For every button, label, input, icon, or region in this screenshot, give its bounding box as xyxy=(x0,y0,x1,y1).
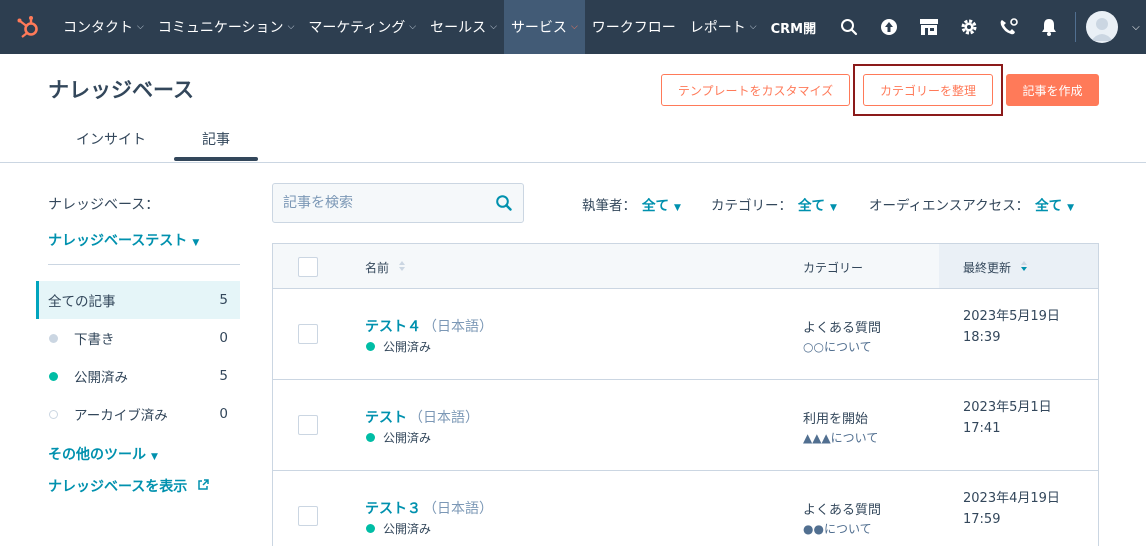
nav-marketing[interactable]: マーケティング ⌵ xyxy=(301,0,423,54)
settings-icon[interactable] xyxy=(949,0,989,54)
sidebar-divider xyxy=(48,264,240,265)
category-column-header: カテゴリー xyxy=(803,261,864,275)
chevron-down-icon: ⌵ xyxy=(137,22,144,32)
caret-down-icon: ▼ xyxy=(674,203,681,213)
article-category: よくある質問 xyxy=(803,503,882,518)
tab-divider xyxy=(0,162,1146,163)
chevron-down-icon: ⌵ xyxy=(490,22,497,32)
customize-template-button[interactable]: テンプレートをカスタマイズ xyxy=(661,74,850,106)
search-box xyxy=(272,183,524,223)
sidebar-item-all-articles[interactable]: 全ての記事 5 xyxy=(36,281,240,319)
updated-column-header[interactable]: 最終更新 xyxy=(963,259,1028,276)
article-updated: 2023年4月19日 17:59 xyxy=(963,491,1060,527)
nav-contacts[interactable]: コンタクト ⌵ xyxy=(56,0,151,54)
hubspot-logo-icon[interactable] xyxy=(0,0,56,54)
knowledge-base-label: ナレッジベース： xyxy=(48,197,160,213)
notifications-icon[interactable] xyxy=(1029,0,1069,54)
sidebar-item-drafts[interactable]: 下書き 0 xyxy=(36,319,240,357)
highlight-box xyxy=(853,64,1003,116)
page-title: ナレッジベース xyxy=(48,78,194,102)
chevron-down-icon[interactable]: ⌵ xyxy=(1132,22,1140,33)
marketplace-icon[interactable] xyxy=(909,0,949,54)
nav-workflows[interactable]: ワークフロー xyxy=(585,0,683,54)
status-badge: 公開済み xyxy=(366,520,431,537)
other-tools-dropdown[interactable]: その他のツール ▼ xyxy=(48,444,158,464)
published-dot-icon xyxy=(366,433,375,442)
article-category: 利用を開始 xyxy=(803,412,869,427)
caret-down-icon: ▼ xyxy=(151,452,158,462)
knowledge-base-selector[interactable]: ナレッジベーステスト ▼ xyxy=(48,230,199,250)
search-icon[interactable] xyxy=(829,0,869,54)
external-link-icon xyxy=(198,479,209,490)
tab-insights[interactable]: インサイト xyxy=(76,129,146,149)
article-title-link[interactable]: テスト （日本語） xyxy=(365,407,479,427)
sidebar-item-published[interactable]: 公開済み 5 xyxy=(36,357,240,395)
avatar[interactable] xyxy=(1086,11,1119,43)
caret-down-icon: ▼ xyxy=(830,203,837,213)
articles-table: 名前 カテゴリー 最終更新 テスト４ （日本語） 公開済み よくある質問 ○○につ… xyxy=(272,243,1099,546)
sort-icon xyxy=(398,261,405,271)
sort-descending-icon xyxy=(1020,261,1027,271)
caret-down-icon: ▼ xyxy=(192,238,200,248)
article-updated: 2023年5月19日 18:39 xyxy=(963,309,1060,345)
chevron-down-icon: ⌵ xyxy=(570,22,578,32)
article-updated: 2023年5月1日 17:41 xyxy=(963,400,1052,436)
nav-divider xyxy=(1075,12,1077,42)
archived-dot-icon xyxy=(49,409,58,419)
audience-access-filter[interactable]: オーディエンスアクセス： 全て ▼ xyxy=(869,194,1074,214)
category-filter[interactable]: カテゴリー： 全て ▼ xyxy=(711,194,837,214)
table-header: 名前 カテゴリー 最終更新 xyxy=(273,244,1098,289)
select-all-checkbox[interactable] xyxy=(298,257,318,277)
status-badge: 公開済み xyxy=(366,338,431,355)
tab-articles[interactable]: 記事 xyxy=(202,129,230,149)
top-navigation: コンタクト ⌵ コミュニケーション ⌵ マーケティング ⌵ セールス ⌵ サービス ⌵ ワ… xyxy=(0,0,1146,54)
chevron-down-icon: ⌵ xyxy=(409,22,417,32)
row-checkbox[interactable] xyxy=(298,415,318,435)
row-checkbox[interactable] xyxy=(298,506,318,526)
nav-reports[interactable]: レポート ⌵ xyxy=(683,0,764,54)
search-input[interactable] xyxy=(283,195,495,211)
upgrade-icon[interactable] xyxy=(869,0,909,54)
calling-icon[interactable] xyxy=(989,0,1029,54)
article-subcategory: ▲▲▲について xyxy=(803,431,879,445)
nav-conversations[interactable]: コミュニケーション ⌵ xyxy=(151,0,302,54)
sidebar-item-archived[interactable]: アーカイブ済み 0 xyxy=(36,395,240,433)
article-category: よくある質問 xyxy=(803,321,882,336)
article-subcategory: ●●について xyxy=(803,522,872,536)
nav-crm-dev[interactable]: CRM開 xyxy=(764,0,824,54)
nav-sales[interactable]: セールス ⌵ xyxy=(423,0,504,54)
chevron-down-icon: ⌵ xyxy=(749,22,757,32)
nav-service[interactable]: サービス ⌵ xyxy=(503,0,585,54)
status-badge: 公開済み xyxy=(366,429,431,446)
caret-down-icon: ▼ xyxy=(1067,203,1075,213)
row-checkbox[interactable] xyxy=(298,324,318,344)
search-icon[interactable] xyxy=(495,194,513,212)
table-row[interactable]: テスト （日本語） 公開済み 利用を開始 ▲▲▲について 2023年5月1日 17:… xyxy=(273,380,1098,471)
view-knowledge-base-link[interactable]: ナレッジベースを表示 xyxy=(48,476,209,496)
published-dot-icon xyxy=(366,342,375,351)
create-article-button[interactable]: 記事を作成 xyxy=(1006,74,1099,106)
article-subcategory: ○○について xyxy=(803,340,872,354)
author-filter[interactable]: 執筆者： 全て ▼ xyxy=(582,194,681,214)
draft-dot-icon xyxy=(49,333,58,343)
chevron-down-icon: ⌵ xyxy=(287,22,295,32)
active-tab-indicator xyxy=(174,157,258,161)
article-title-link[interactable]: テスト４ （日本語） xyxy=(365,316,493,336)
published-dot-icon xyxy=(49,371,58,381)
name-column-header[interactable]: 名前 xyxy=(365,259,406,276)
published-dot-icon xyxy=(366,524,375,533)
article-title-link[interactable]: テスト３ （日本語） xyxy=(365,498,493,518)
table-row[interactable]: テスト４ （日本語） 公開済み よくある質問 ○○について 2023年5月19日 1… xyxy=(273,289,1098,380)
table-row[interactable]: テスト３ （日本語） 公開済み よくある質問 ●●について 2023年4月19日 1… xyxy=(273,471,1098,546)
